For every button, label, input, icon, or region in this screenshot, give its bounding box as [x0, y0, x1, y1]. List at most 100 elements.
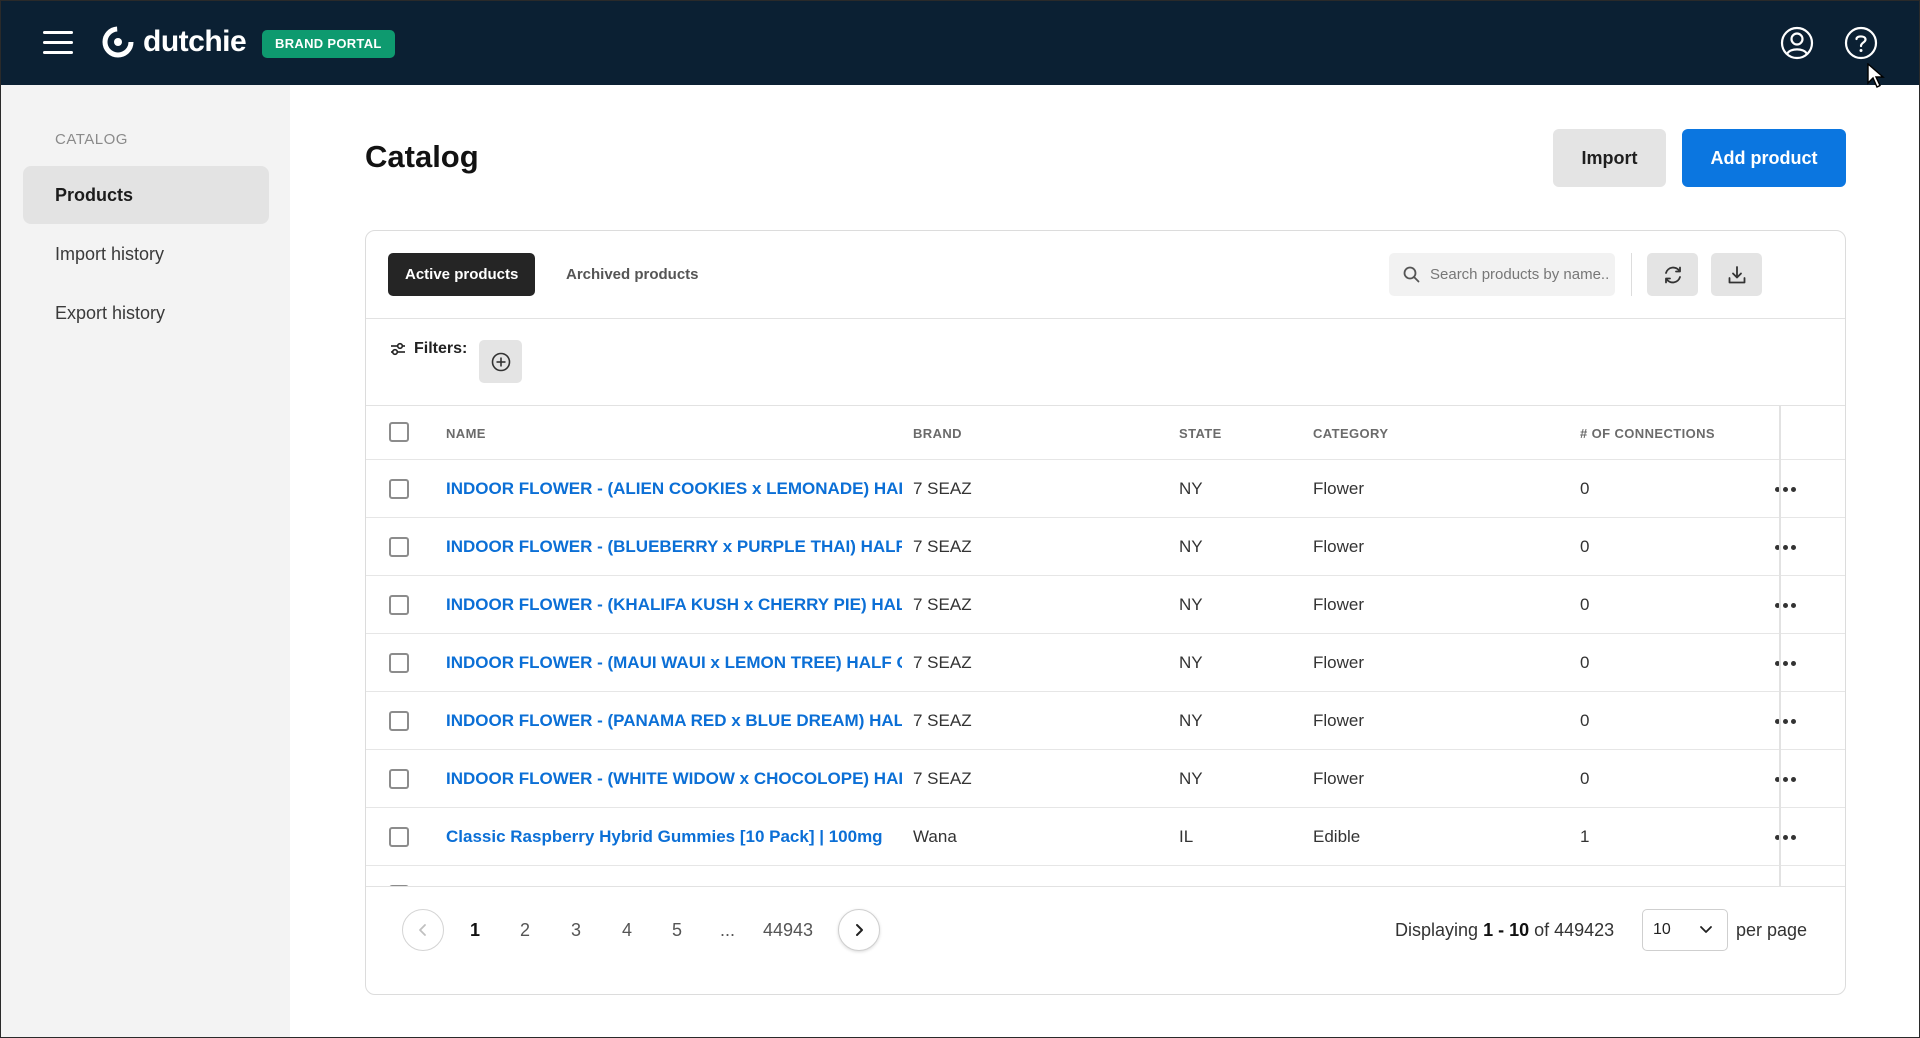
- product-name-link[interactable]: Classic Raspberry Hybrid Gummies [10 Pac…: [446, 808, 902, 866]
- refresh-icon: [1664, 266, 1681, 283]
- state-cell: NY: [1179, 653, 1203, 672]
- state-cell: NY: [1179, 595, 1203, 614]
- brand-cell: 7 SEAZ: [913, 769, 972, 788]
- table-row[interactable]: INDOOR FLOWER - (MAUI WAUI x LEMON TREE)…: [366, 634, 1845, 692]
- table-row[interactable]: Optimals Fast Asleep Gummies [10 Pack] |…: [366, 866, 1845, 886]
- pagination-bar: 1 2 3 4 5 ... 44943 Displaying 1 - 10 of…: [366, 886, 1845, 994]
- page-1-link[interactable]: 1: [470, 909, 480, 951]
- row-checkbox[interactable]: [389, 769, 409, 789]
- tab-archived-products[interactable]: Archived products: [566, 253, 699, 296]
- column-header-state[interactable]: STATE: [1179, 406, 1222, 462]
- connections-cell: 0: [1580, 595, 1590, 614]
- state-cell: NY: [1179, 769, 1203, 788]
- chevron-right-icon: [856, 924, 863, 936]
- tab-active-products[interactable]: Active products: [388, 253, 536, 296]
- state-cell: NY: [1179, 479, 1203, 498]
- connections-cell: 0: [1580, 537, 1590, 556]
- page-title: Catalog: [365, 139, 479, 174]
- brand-cell: Wana: [913, 866, 957, 886]
- search-box[interactable]: [1389, 253, 1615, 296]
- table-row[interactable]: INDOOR FLOWER - (WHITE WIDOW x CHOCOLOPE…: [366, 750, 1845, 808]
- product-name-link[interactable]: INDOOR FLOWER - (BLUEBERRY x PURPLE THAI…: [446, 518, 902, 576]
- sidebar-item-products[interactable]: Products: [23, 166, 269, 224]
- category-cell: Flower: [1313, 595, 1365, 614]
- brand-cell: 7 SEAZ: [913, 479, 972, 498]
- logo-text: dutchie: [143, 25, 247, 58]
- column-header-category[interactable]: CATEGORY: [1313, 406, 1388, 462]
- state-cell: NY: [1179, 537, 1203, 556]
- row-checkbox[interactable]: [389, 595, 409, 615]
- brand-cell: 7 SEAZ: [913, 595, 972, 614]
- category-cell: Flower: [1313, 769, 1365, 788]
- category-cell: Edible: [1313, 827, 1361, 846]
- catalog-card: Active products Archived products Search…: [365, 230, 1846, 995]
- chevron-down-icon: [1700, 926, 1712, 933]
- table-row[interactable]: INDOOR FLOWER - (BLUEBERRY x PURPLE THAI…: [366, 518, 1845, 576]
- row-more-actions-icon[interactable]: [1768, 530, 1802, 564]
- table-row[interactable]: Classic Raspberry Hybrid Gummies [10 Pac…: [366, 808, 1845, 866]
- column-header-name[interactable]: NAME: [446, 406, 486, 462]
- row-more-actions-icon[interactable]: [1768, 762, 1802, 796]
- row-more-actions-icon[interactable]: [1768, 878, 1802, 886]
- per-page-value: 10: [1653, 921, 1671, 938]
- page-3-link[interactable]: 3: [571, 909, 581, 951]
- row-more-actions-icon[interactable]: [1768, 704, 1802, 738]
- row-more-actions-icon[interactable]: [1768, 588, 1802, 622]
- connections-cell: 0: [1580, 653, 1590, 672]
- column-header-connections[interactable]: # OF CONNECTIONS: [1580, 406, 1715, 462]
- category-cell: Flower: [1313, 537, 1365, 556]
- row-more-actions-icon[interactable]: [1768, 820, 1802, 854]
- row-checkbox[interactable]: [389, 537, 409, 557]
- import-button[interactable]: Import: [1553, 129, 1666, 187]
- category-cell: Flower: [1313, 479, 1365, 498]
- category-cell: Edible: [1313, 866, 1360, 886]
- product-name-link[interactable]: INDOOR FLOWER - (PANAMA RED x BLUE DREAM…: [446, 692, 902, 750]
- last-page-link[interactable]: 44943: [763, 909, 813, 951]
- select-all-checkbox[interactable]: [389, 422, 409, 442]
- download-button[interactable]: [1711, 253, 1762, 296]
- sidebar-item-import-history[interactable]: Import history: [23, 225, 269, 283]
- dutchie-logo[interactable]: dutchie: [101, 25, 247, 59]
- sidebar-item-export-history[interactable]: Export history: [23, 284, 269, 342]
- connections-cell: 0: [1580, 479, 1590, 498]
- product-name-link[interactable]: INDOOR FLOWER - (KHALIFA KUSH x CHERRY P…: [446, 576, 902, 634]
- add-filter-button[interactable]: [479, 340, 522, 383]
- row-checkbox[interactable]: [389, 711, 409, 731]
- row-checkbox[interactable]: [389, 653, 409, 673]
- next-page-button[interactable]: [838, 909, 880, 951]
- product-name-link[interactable]: INDOOR FLOWER - (WHITE WIDOW x CHOCOLOPE…: [446, 750, 902, 808]
- product-name-link[interactable]: INDOOR FLOWER - (MAUI WAUI x LEMON TREE)…: [446, 634, 902, 692]
- table-row[interactable]: INDOOR FLOWER - (KHALIFA KUSH x CHERRY P…: [366, 576, 1845, 634]
- column-header-brand[interactable]: BRAND: [913, 406, 962, 462]
- menu-icon[interactable]: [43, 31, 73, 55]
- row-checkbox[interactable]: [389, 827, 409, 847]
- add-product-button[interactable]: Add product: [1682, 129, 1846, 187]
- user-icon[interactable]: [1780, 26, 1814, 60]
- per-page-select[interactable]: 10: [1642, 909, 1728, 951]
- products-table: NAME BRAND STATE CATEGORY # OF CONNECTIO…: [366, 406, 1845, 886]
- help-icon[interactable]: [1844, 26, 1878, 60]
- table-row[interactable]: INDOOR FLOWER - (ALIEN COOKIES x LEMONAD…: [366, 460, 1845, 518]
- filters-label: Filters:: [390, 340, 467, 358]
- page-2-link[interactable]: 2: [520, 909, 530, 951]
- refresh-button[interactable]: [1647, 253, 1698, 296]
- product-name-link[interactable]: INDOOR FLOWER - (ALIEN COOKIES x LEMONAD…: [446, 460, 902, 518]
- search-input[interactable]: [1430, 266, 1610, 283]
- product-name-link[interactable]: Optimals Fast Asleep Gummies [10 Pack] |…: [446, 866, 902, 886]
- search-icon: [1403, 266, 1420, 283]
- display-prefix: Displaying: [1395, 920, 1479, 940]
- page-4-link[interactable]: 4: [622, 909, 632, 951]
- table-row[interactable]: INDOOR FLOWER - (PANAMA RED x BLUE DREAM…: [366, 692, 1845, 750]
- row-more-actions-icon[interactable]: [1768, 646, 1802, 680]
- sidebar: CATALOG Products Import history Export h…: [1, 85, 290, 1037]
- category-cell: Flower: [1313, 653, 1365, 672]
- row-more-actions-icon[interactable]: [1768, 472, 1802, 506]
- brand-cell: 7 SEAZ: [913, 653, 972, 672]
- filters-text: Filters:: [414, 340, 468, 357]
- top-navigation-bar: dutchie BRAND PORTAL: [1, 1, 1919, 85]
- previous-page-button[interactable]: [402, 909, 444, 951]
- row-checkbox[interactable]: [389, 479, 409, 499]
- connections-cell: 2: [1580, 866, 1589, 886]
- connections-cell: 0: [1580, 769, 1590, 788]
- page-5-link[interactable]: 5: [672, 909, 682, 951]
